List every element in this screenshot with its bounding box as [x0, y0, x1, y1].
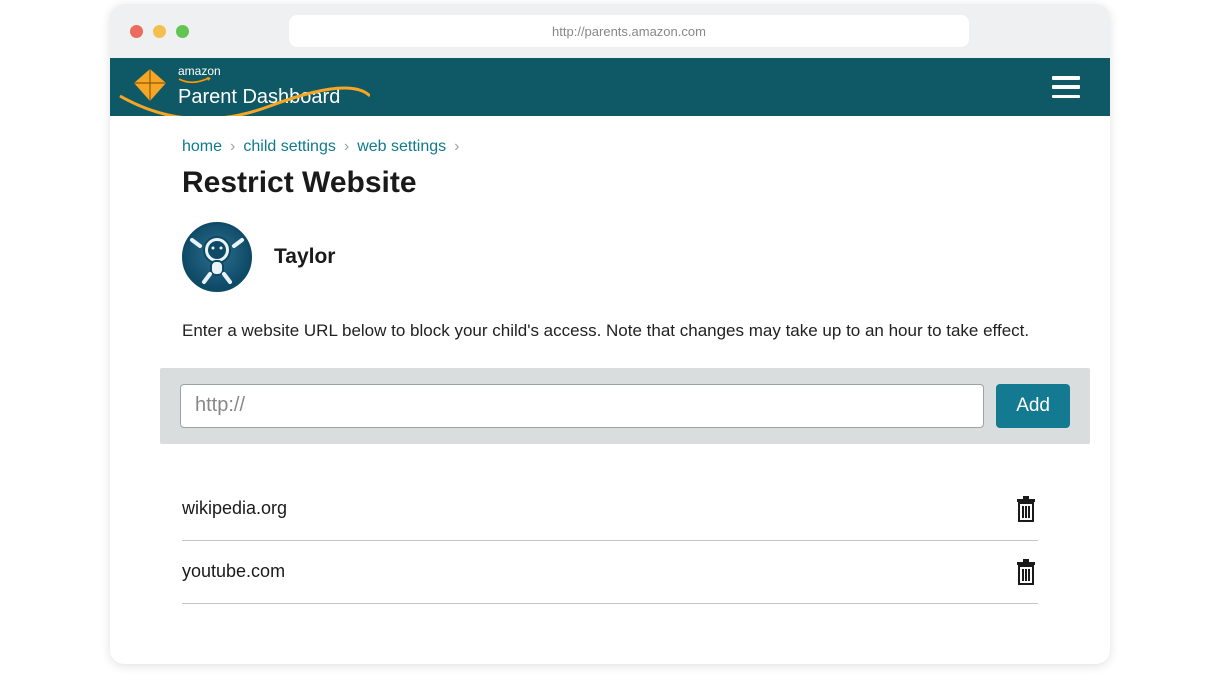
astronaut-icon — [188, 228, 246, 286]
breadcrumb-child-settings[interactable]: child settings — [243, 138, 336, 156]
breadcrumb-web-settings[interactable]: web settings — [357, 138, 446, 156]
url-bar[interactable]: http://parents.amazon.com — [289, 15, 969, 47]
description: Enter a website URL below to block your … — [182, 318, 1038, 344]
kite-icon — [130, 67, 170, 107]
child-name: Taylor — [274, 245, 335, 269]
add-button[interactable]: Add — [996, 384, 1070, 428]
window-close-icon[interactable] — [130, 25, 143, 38]
chevron-right-icon: › — [344, 138, 349, 156]
content: home › child settings › web settings › R… — [110, 116, 1110, 664]
page-title: Restrict Website — [182, 166, 1038, 200]
chevron-right-icon: › — [230, 138, 235, 156]
top-nav: amazon Parent Dashboard — [110, 58, 1110, 116]
brand-small: amazon — [178, 65, 340, 77]
url-input-row: Add — [160, 368, 1090, 444]
hamburger-menu-icon[interactable] — [1052, 76, 1080, 98]
brand-big: Parent Dashboard — [178, 85, 340, 109]
trash-icon[interactable] — [1014, 559, 1038, 585]
browser-window: http://parents.amazon.com amazon Paren — [110, 4, 1110, 664]
blocked-url: youtube.com — [182, 561, 285, 582]
url-input[interactable] — [180, 384, 984, 428]
trash-icon[interactable] — [1014, 496, 1038, 522]
traffic-lights — [130, 25, 189, 38]
window-minimize-icon[interactable] — [153, 25, 166, 38]
brand[interactable]: amazon Parent Dashboard — [130, 65, 340, 109]
browser-chrome: http://parents.amazon.com — [110, 4, 1110, 58]
breadcrumb: home › child settings › web settings › — [182, 138, 1038, 156]
breadcrumb-home[interactable]: home — [182, 138, 222, 156]
window-maximize-icon[interactable] — [176, 25, 189, 38]
brand-text: amazon Parent Dashboard — [178, 65, 340, 109]
child-row: Taylor — [182, 222, 1038, 292]
blocked-list: wikipedia.org youtube.com — [182, 478, 1038, 604]
blocked-url: wikipedia.org — [182, 498, 287, 519]
amazon-swoosh-icon — [178, 77, 212, 85]
url-text: http://parents.amazon.com — [552, 24, 706, 39]
child-avatar — [182, 222, 252, 292]
list-item: wikipedia.org — [182, 478, 1038, 541]
list-item: youtube.com — [182, 541, 1038, 604]
chevron-right-icon: › — [454, 138, 459, 156]
